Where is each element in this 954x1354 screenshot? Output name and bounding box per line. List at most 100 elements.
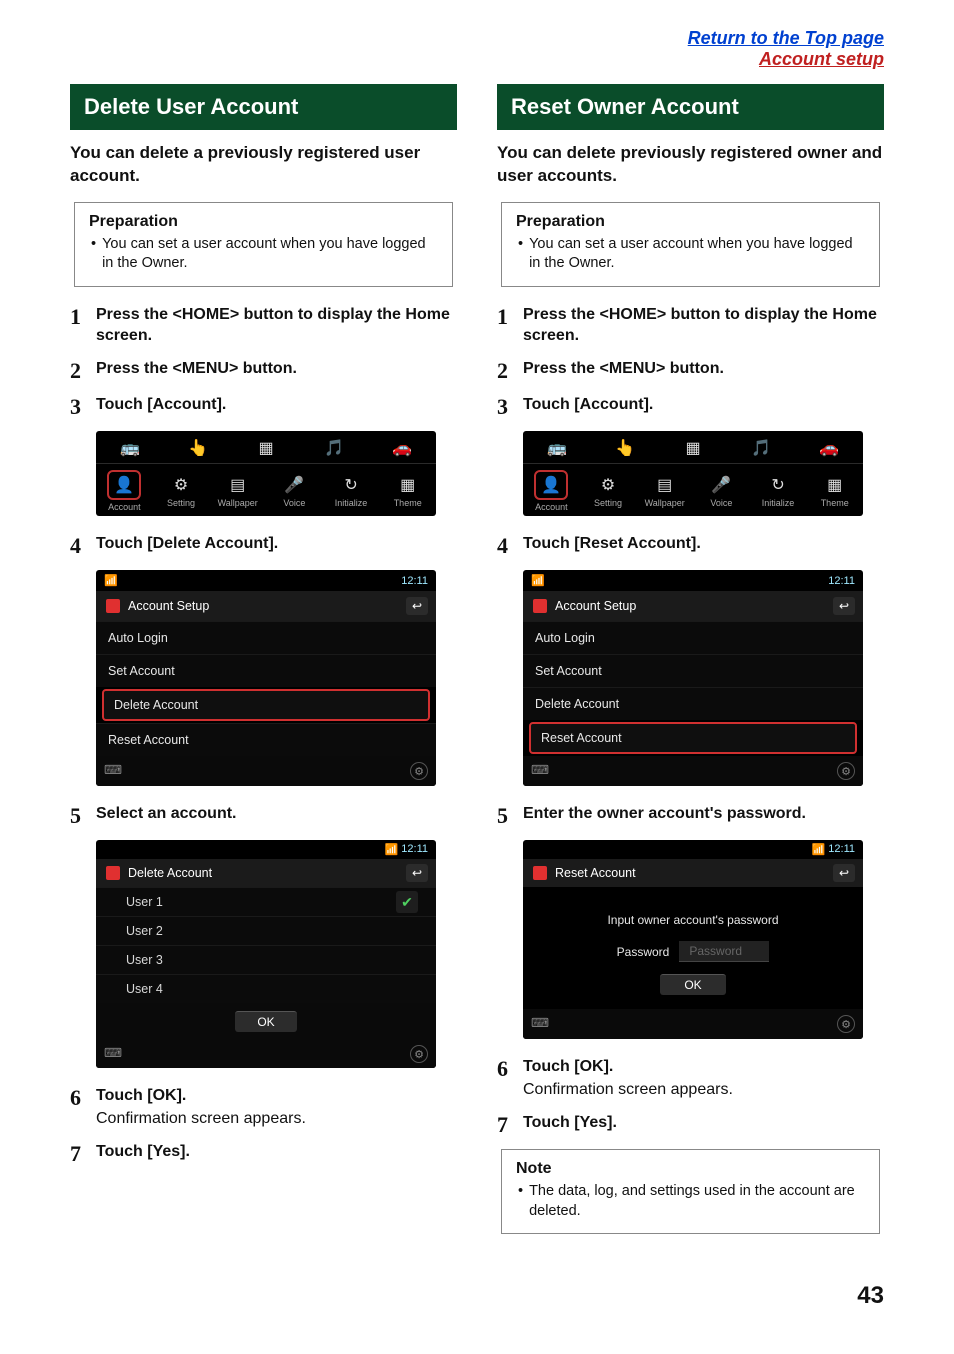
step-text: Press the <HOME> button to display the H… xyxy=(96,305,457,347)
step-number: 5 xyxy=(497,804,523,828)
icon-label: Voice xyxy=(283,498,305,508)
section-title-delete: Delete User Account xyxy=(70,84,457,130)
step-text: Press the <MENU> button. xyxy=(523,359,884,380)
keyboard-icon: ⌨ xyxy=(104,762,122,780)
gear-icon[interactable]: ⚙ xyxy=(410,762,428,780)
step-text: Touch [Account]. xyxy=(523,395,884,416)
step-text: Press the <MENU> button. xyxy=(96,359,457,380)
icon-label: Account xyxy=(108,502,141,512)
step-4-left: 4 Touch [Delete Account]. xyxy=(70,534,457,558)
preparation-box-left: Preparation You can set a user account w… xyxy=(74,202,453,287)
step-number: 1 xyxy=(497,305,523,347)
gear-icon: ⚙ xyxy=(170,474,192,496)
gear-icon: ⚙ xyxy=(597,474,619,496)
step-number: 5 xyxy=(70,804,96,828)
screenshot-menu-icons-left: 🚌 👆 ▦ 🎵 🚗 👤Account ⚙Setting ▤Wallpaper 🎤… xyxy=(96,431,436,516)
music-icon: 🎵 xyxy=(750,437,772,459)
ok-button[interactable]: OK xyxy=(235,1011,296,1032)
step-text: Select an account. xyxy=(96,804,457,825)
password-label: Password xyxy=(617,945,670,959)
list-row[interactable]: Delete Account xyxy=(523,687,863,720)
step-number: 1 xyxy=(70,305,96,347)
user-row[interactable]: User 4 xyxy=(96,974,436,1003)
icon-label: Setting xyxy=(167,498,195,508)
keyboard-icon: ⌨ xyxy=(104,1045,122,1063)
keyboard-icon: ⌨ xyxy=(531,762,549,780)
person-icon xyxy=(533,599,547,613)
mic-icon: 🎤 xyxy=(283,474,305,496)
icon-label: Theme xyxy=(394,498,422,508)
list-row-highlight[interactable]: Reset Account xyxy=(529,722,857,754)
screen-title: Account Setup xyxy=(128,599,209,613)
step-text: Touch [Yes]. xyxy=(96,1142,457,1163)
back-button[interactable]: ↩ xyxy=(833,597,855,615)
hand-icon: 👆 xyxy=(614,437,636,459)
password-prompt: Input owner account's password xyxy=(563,913,823,927)
icon-label: Account xyxy=(535,502,568,512)
step-7-right: 7 Touch [Yes]. xyxy=(497,1113,884,1137)
list-row[interactable]: Set Account xyxy=(96,654,436,687)
wallpaper-icon: ▤ xyxy=(654,474,676,496)
grid-icon: ▦ xyxy=(682,437,704,459)
check-icon: ✔ xyxy=(396,891,418,913)
back-button[interactable]: ↩ xyxy=(406,864,428,882)
bus-icon: 🚌 xyxy=(546,437,568,459)
step-5-left: 5 Select an account. xyxy=(70,804,457,828)
screen-title: Account Setup xyxy=(555,599,636,613)
screen-title: Reset Account xyxy=(555,866,636,880)
screen-title: Delete Account xyxy=(128,866,212,880)
refresh-icon: ↻ xyxy=(767,474,789,496)
screenshot-menu-icons-right: 🚌 👆 ▦ 🎵 🚗 👤Account ⚙Setting ▤Wallpaper 🎤… xyxy=(523,431,863,516)
step-number: 2 xyxy=(70,359,96,383)
note-title: Note xyxy=(516,1160,865,1178)
step-number: 2 xyxy=(497,359,523,383)
wallpaper-icon: ▤ xyxy=(227,474,249,496)
user-row[interactable]: User 1✔ xyxy=(96,887,436,916)
list-row-highlight[interactable]: Delete Account xyxy=(102,689,430,721)
step-number: 6 xyxy=(497,1057,523,1101)
gear-icon[interactable]: ⚙ xyxy=(837,1015,855,1033)
icon-label: Initialize xyxy=(762,498,795,508)
person-icon xyxy=(106,866,120,880)
gear-icon[interactable]: ⚙ xyxy=(837,762,855,780)
account-icon-highlight: 👤 xyxy=(107,470,141,500)
step-number: 4 xyxy=(497,534,523,558)
clock-text: 12:11 xyxy=(828,843,855,856)
step-text: Touch [Delete Account]. xyxy=(96,534,457,555)
preparation-title: Preparation xyxy=(89,213,438,231)
ok-button[interactable]: OK xyxy=(660,974,725,995)
link-account-setup[interactable]: Account setup xyxy=(759,49,884,70)
theme-icon: ▦ xyxy=(824,474,846,496)
gear-icon[interactable]: ⚙ xyxy=(410,1045,428,1063)
account-icon-highlight: 👤 xyxy=(534,470,568,500)
password-input[interactable]: Password xyxy=(679,941,769,962)
grid-icon: ▦ xyxy=(255,437,277,459)
clock-text: 12:11 xyxy=(401,843,428,856)
section-title-reset: Reset Owner Account xyxy=(497,84,884,130)
step-number: 4 xyxy=(70,534,96,558)
step-4-right: 4 Touch [Reset Account]. xyxy=(497,534,884,558)
user-row[interactable]: User 2 xyxy=(96,916,436,945)
back-button[interactable]: ↩ xyxy=(406,597,428,615)
car-icon: 🚗 xyxy=(818,437,840,459)
screenshot-reset-password: 📶 12:11 Reset Account↩ Input owner accou… xyxy=(523,840,863,1039)
wifi-icon: 📶 xyxy=(104,574,118,587)
clock-text: 12:11 xyxy=(828,575,855,587)
user-row[interactable]: User 3 xyxy=(96,945,436,974)
step-1-right: 1 Press the <HOME> button to display the… xyxy=(497,305,884,347)
list-row[interactable]: Set Account xyxy=(523,654,863,687)
step-text: Touch [OK]. xyxy=(523,1057,884,1078)
link-return-top[interactable]: Return to the Top page xyxy=(688,28,884,49)
step-subtext: Confirmation screen appears. xyxy=(96,1107,457,1130)
list-row[interactable]: Auto Login xyxy=(523,621,863,654)
step-text: Touch [OK]. xyxy=(96,1086,457,1107)
list-row[interactable]: Reset Account xyxy=(96,723,436,756)
list-row[interactable]: Auto Login xyxy=(96,621,436,654)
preparation-title: Preparation xyxy=(516,213,865,231)
clock-text: 12:11 xyxy=(401,575,428,587)
step-text: Touch [Account]. xyxy=(96,395,457,416)
back-button[interactable]: ↩ xyxy=(833,864,855,882)
refresh-icon: ↻ xyxy=(340,474,362,496)
step-1-left: 1 Press the <HOME> button to display the… xyxy=(70,305,457,347)
step-3-right: 3 Touch [Account]. xyxy=(497,395,884,419)
